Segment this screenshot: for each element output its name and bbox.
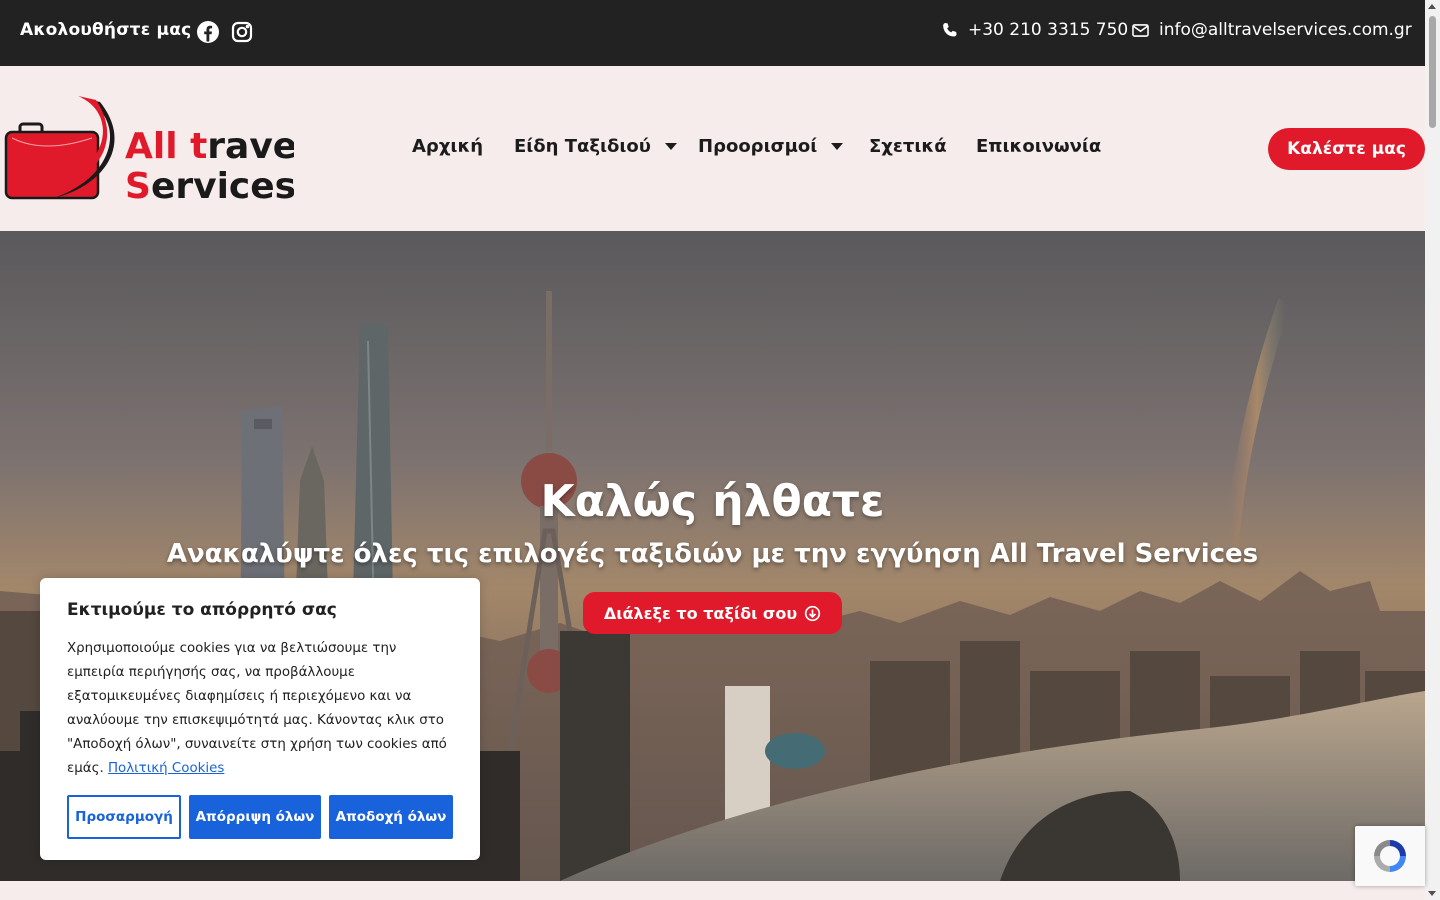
site-header: All travel Services Αρχική Είδη Ταξιδιού… [0, 66, 1425, 231]
nav-item-trip-types[interactable]: Είδη Ταξιδιού [514, 136, 677, 157]
envelope-icon [1132, 23, 1149, 37]
accept-all-cookies-button[interactable]: Αποδοχή όλων [329, 795, 453, 839]
choose-trip-button[interactable]: Διάλεξε το ταξίδι σου [583, 592, 842, 634]
phone-contact[interactable]: +30 210 3315 750 [940, 20, 1128, 40]
nav-label: Είδη Ταξιδιού [514, 136, 651, 157]
cookie-policy-link[interactable]: Πολιτική Cookies [108, 761, 224, 776]
nav-label: Επικοινωνία [976, 136, 1102, 157]
recaptcha-badge[interactable] [1355, 826, 1425, 886]
cookie-description: Χρησιμοποιούμε cookies για να βελτιώσουμ… [67, 637, 457, 781]
reject-all-cookies-button[interactable]: Απόρριψη όλων [189, 795, 321, 839]
site-logo[interactable]: All travel Services [4, 94, 294, 206]
caret-down-icon [664, 143, 677, 150]
page-scrollbar[interactable] [1425, 0, 1440, 900]
phone-icon [943, 22, 957, 36]
nav-item-home[interactable]: Αρχική [412, 136, 483, 157]
phone-number: +30 210 3315 750 [968, 20, 1129, 40]
top-bar: Ακολουθήστε μας : +30 210 3315 750 info@… [0, 0, 1425, 66]
logo-line1: All travel [125, 126, 294, 167]
choose-trip-label: Διάλεξε το ταξίδι σου [603, 603, 798, 623]
recaptcha-icon [1374, 840, 1406, 872]
customize-cookies-button[interactable]: Προσαρμογή [67, 795, 181, 839]
cookie-text: Χρησιμοποιούμε cookies για να βελτιώσουμ… [67, 641, 447, 776]
nav-label: Προορισμοί [698, 136, 818, 157]
call-us-button[interactable]: Καλέστε μας [1268, 128, 1425, 170]
caret-down-icon [831, 143, 844, 150]
next-section-edge [0, 881, 1425, 900]
cookie-consent-banner: Εκτιμούμε το απόρρητό σας Χρησιμοποιούμε… [40, 578, 480, 860]
follow-us-label: Ακολουθήστε μας : [20, 20, 205, 40]
facebook-icon[interactable] [196, 20, 220, 44]
email-contact[interactable]: info@alltravelservices.com.gr [1131, 20, 1412, 40]
cookie-title: Εκτιμούμε το απόρρητό σας [67, 600, 337, 620]
hero-subtitle: Ανακαλύψτε όλες τις επιλογές ταξιδιών με… [166, 539, 1259, 569]
nav-label: Αρχική [412, 136, 484, 157]
nav-item-destinations[interactable]: Προορισμοί [698, 136, 844, 157]
scroll-up-arrow-icon[interactable] [1428, 4, 1436, 9]
nav-label: Σχετικά [869, 136, 947, 157]
nav-item-contact[interactable]: Επικοινωνία [976, 136, 1101, 157]
nav-item-about[interactable]: Σχετικά [869, 136, 947, 157]
arrow-circle-down-icon [804, 605, 821, 621]
logo-line2: Services [125, 166, 294, 206]
instagram-icon[interactable] [230, 20, 254, 44]
scroll-down-arrow-icon[interactable] [1428, 891, 1436, 896]
scroll-thumb[interactable] [1429, 16, 1436, 128]
email-address: info@alltravelservices.com.gr [1159, 20, 1412, 40]
hero-title: Καλώς ήλθατε [540, 476, 885, 527]
